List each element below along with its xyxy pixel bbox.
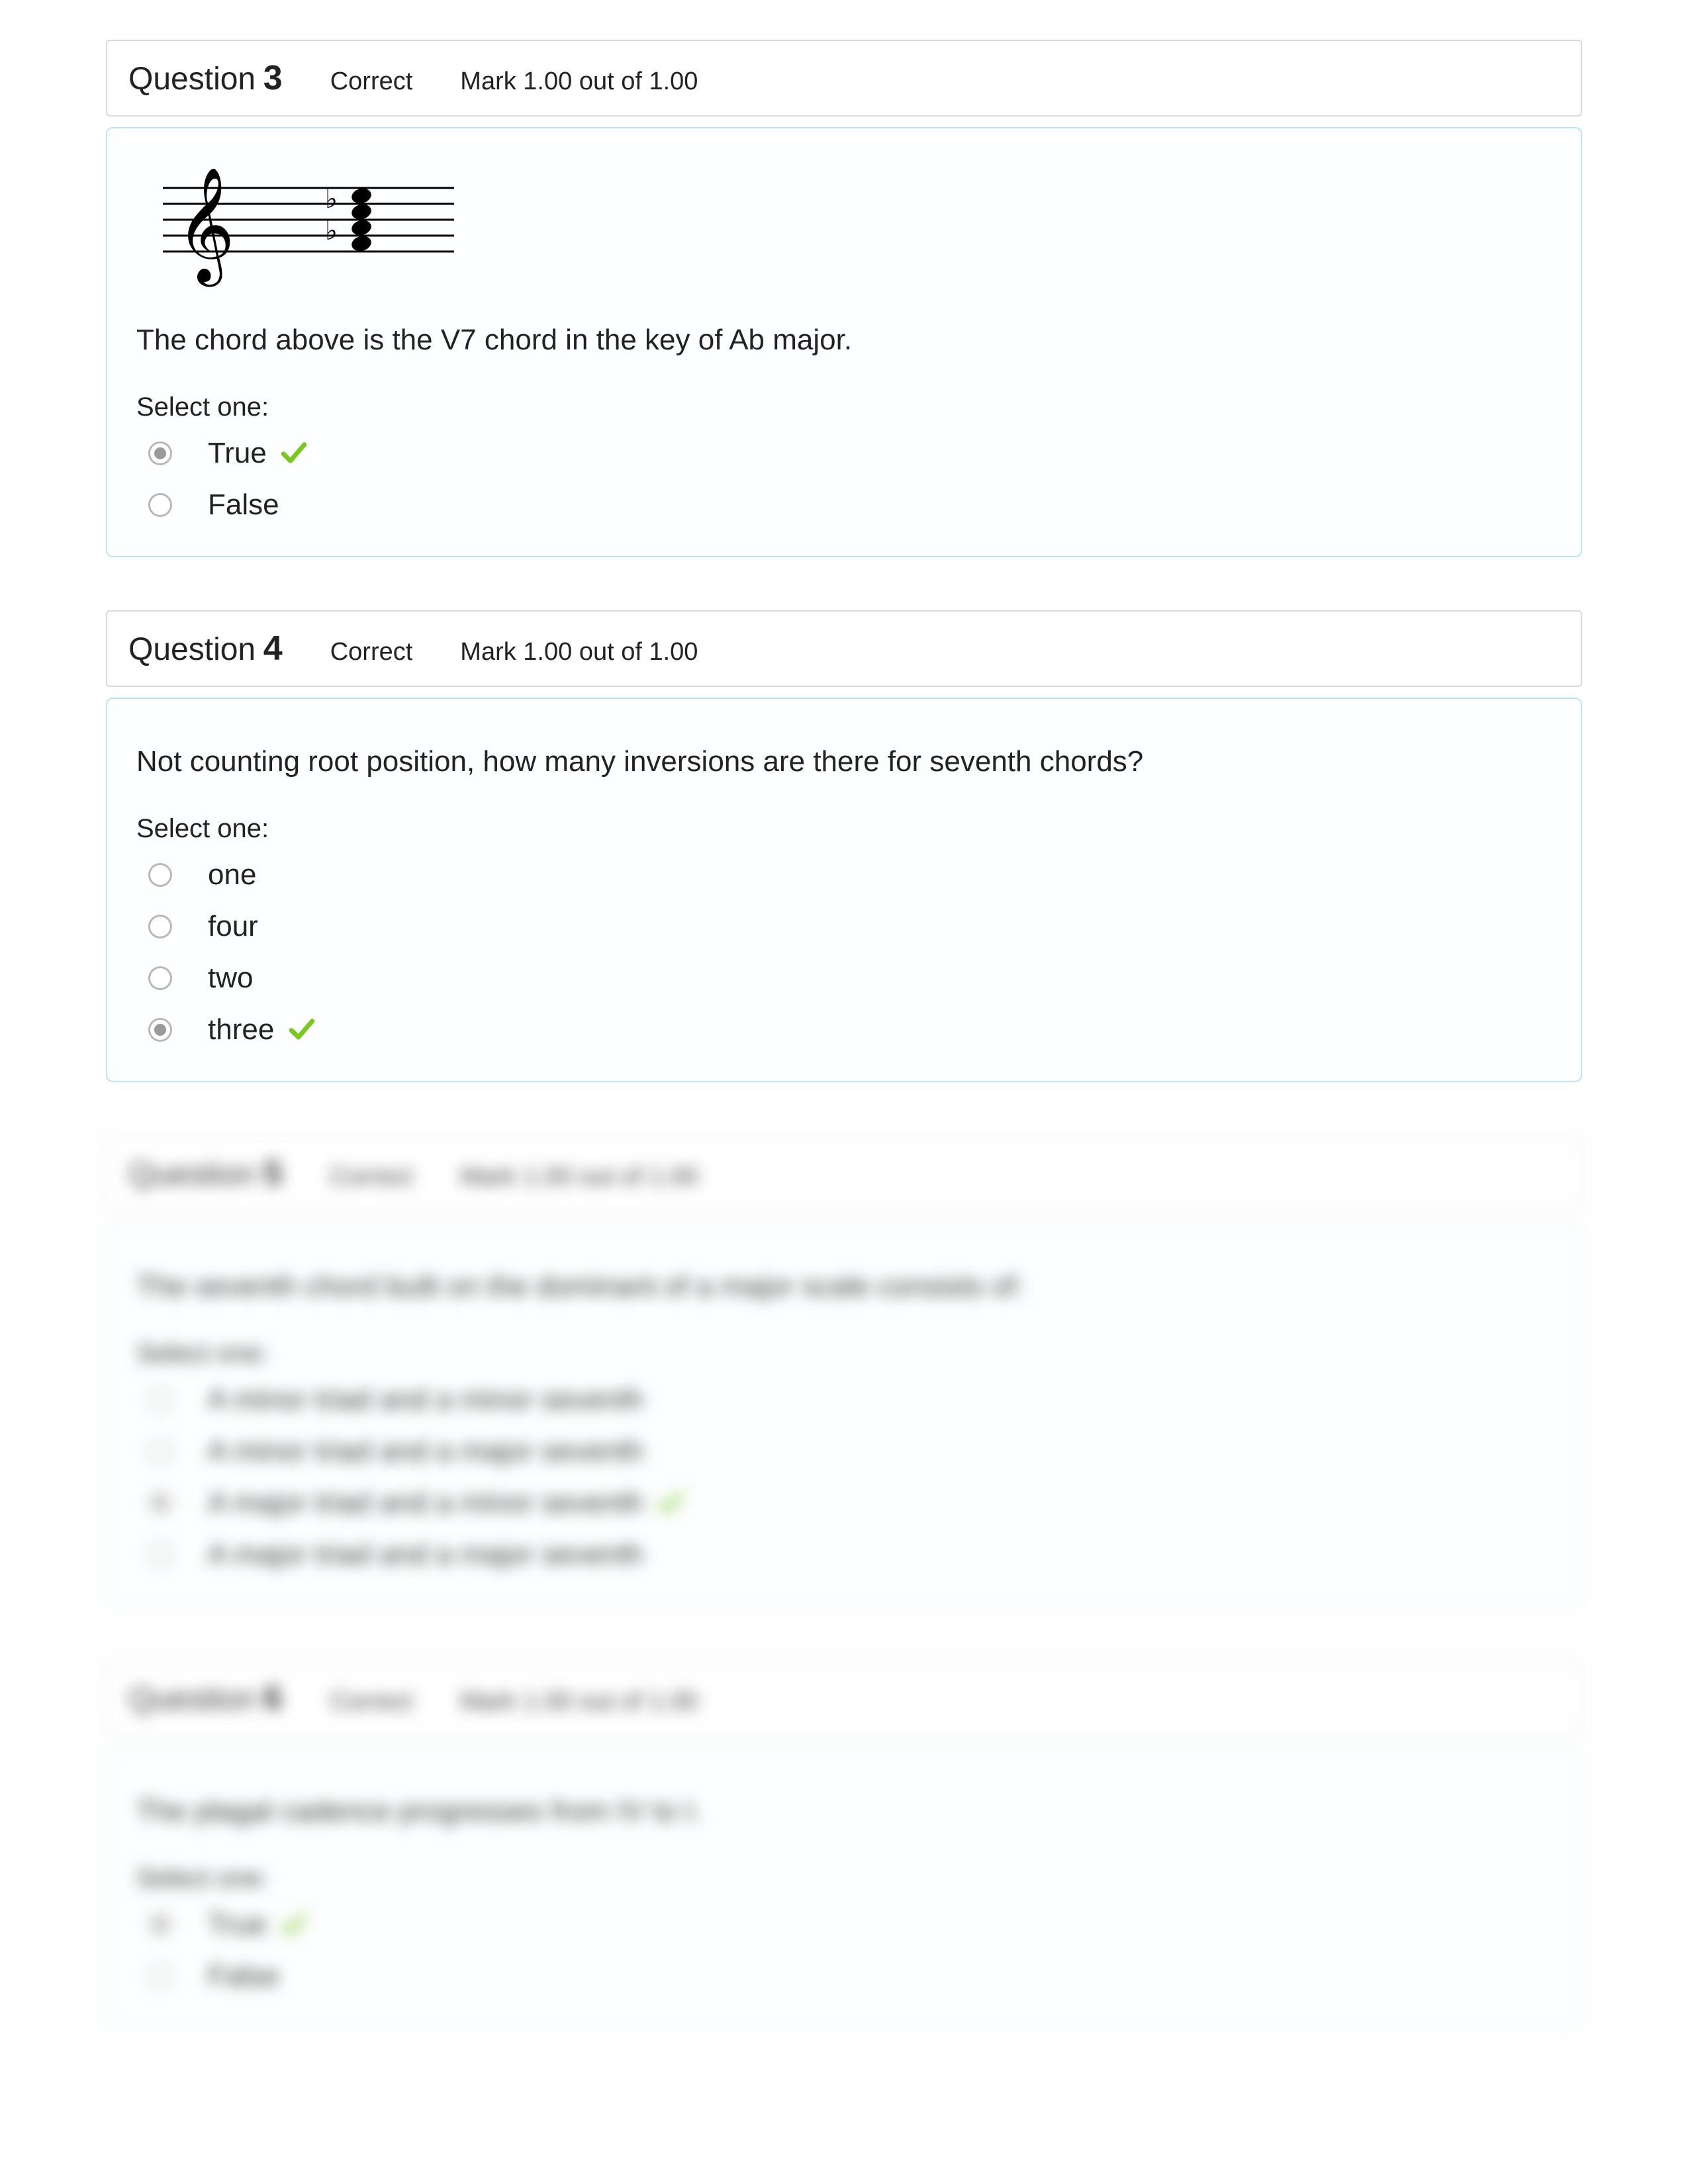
option-label: False <box>208 1960 279 1992</box>
question-prompt: The chord above is the V7 chord in the k… <box>136 324 1552 357</box>
select-one-label: Select one: <box>136 1339 1552 1369</box>
options-list: A minor triad and a minor seventh A minor… <box>136 1383 1552 1571</box>
option-label: A major triad and a minor seventh <box>208 1486 643 1519</box>
radio-button[interactable] <box>148 966 172 990</box>
option-row[interactable]: A major triad and a major seventh <box>148 1538 1552 1571</box>
option-label: A minor triad and a major seventh <box>208 1435 643 1467</box>
option-label: False <box>208 488 279 521</box>
question-block: Question 5 Correct Mark 1.00 out of 1.00 Th… <box>106 1135 1582 1607</box>
select-one-label: Select one: <box>136 814 1552 844</box>
question-mark: Mark 1.00 out of 1.00 <box>460 638 698 666</box>
correct-check-icon <box>288 1013 316 1045</box>
radio-button[interactable] <box>148 1964 172 1988</box>
option-row[interactable]: False <box>148 1960 1552 1993</box>
question-header: Question 6 Correct Mark 1.00 out of 1.00 <box>106 1660 1582 1737</box>
question-number: 3 <box>263 59 283 97</box>
option-row[interactable]: A major triad and a minor seventh <box>148 1486 1552 1520</box>
radio-button[interactable] <box>148 1491 172 1515</box>
question-body: Not counting root position, how many inv… <box>106 698 1582 1082</box>
option-row[interactable]: True <box>148 1908 1552 1941</box>
question-number: 4 <box>263 629 283 668</box>
select-one-label: Select one: <box>136 392 1552 422</box>
question-block: Question 3 Correct Mark 1.00 out of 1.00 𝄞 ♭… <box>106 40 1582 557</box>
option-row[interactable]: one <box>148 858 1552 891</box>
question-number: 6 <box>263 1679 283 1717</box>
option-row[interactable]: three <box>148 1013 1552 1046</box>
option-row[interactable]: four <box>148 910 1552 943</box>
question-body: 𝄞 ♭♭ The chord above is the V7 chord in th… <box>106 127 1582 557</box>
question-body: The plagal cadence progresses from IV to… <box>106 1747 1582 2028</box>
question-block: Question 4 Correct Mark 1.00 out of 1.00 No… <box>106 610 1582 1082</box>
radio-button[interactable] <box>148 1388 172 1412</box>
question-mark: Mark 1.00 out of 1.00 <box>460 1688 698 1716</box>
question-mark: Mark 1.00 out of 1.00 <box>460 68 698 96</box>
option-label: True <box>208 1908 267 1940</box>
question-label: Question <box>128 1682 256 1717</box>
option-row[interactable]: True <box>148 437 1552 470</box>
svg-text:♭: ♭ <box>325 184 338 214</box>
select-one-label: Select one: <box>136 1864 1552 1893</box>
option-label: two <box>208 962 253 994</box>
radio-button[interactable] <box>148 1913 172 1936</box>
question-header: Question 4 Correct Mark 1.00 out of 1.00 <box>106 610 1582 687</box>
option-label: A major triad and a major seventh <box>208 1538 643 1570</box>
question-status: Correct <box>330 68 413 96</box>
radio-button[interactable] <box>148 1439 172 1463</box>
question-body: The seventh chord built on the dominant … <box>106 1222 1582 1607</box>
radio-button[interactable] <box>148 441 172 465</box>
option-row[interactable]: False <box>148 488 1552 522</box>
radio-button[interactable] <box>148 1543 172 1567</box>
question-label: Question <box>128 1157 256 1192</box>
correct-check-icon <box>657 1486 684 1518</box>
options-list: True False <box>136 1908 1552 1993</box>
options-list: True False <box>136 437 1552 522</box>
music-notation: 𝄞 ♭♭ <box>136 155 1552 304</box>
radio-button[interactable] <box>148 863 172 887</box>
question-label: Question <box>128 62 256 97</box>
option-row[interactable]: A minor triad and a minor seventh <box>148 1383 1552 1416</box>
svg-text:𝄞: 𝄞 <box>176 169 235 287</box>
option-label: one <box>208 858 256 891</box>
option-row[interactable]: two <box>148 962 1552 995</box>
svg-text:♭: ♭ <box>325 216 338 246</box>
option-label: three <box>208 1013 274 1046</box>
radio-button[interactable] <box>148 1018 172 1042</box>
option-label: True <box>208 437 267 469</box>
question-number: 5 <box>263 1154 283 1193</box>
correct-check-icon <box>280 437 308 469</box>
question-prompt: The plagal cadence progresses from IV to… <box>136 1795 1552 1828</box>
correct-check-icon <box>280 1908 308 1940</box>
radio-button[interactable] <box>148 915 172 938</box>
question-header: Question 3 Correct Mark 1.00 out of 1.00 <box>106 40 1582 116</box>
radio-button[interactable] <box>148 493 172 517</box>
question-prompt: The seventh chord built on the dominant … <box>136 1270 1552 1303</box>
option-label: A minor triad and a minor seventh <box>208 1383 643 1416</box>
option-row[interactable]: A minor triad and a major seventh <box>148 1435 1552 1468</box>
question-prompt: Not counting root position, how many inv… <box>136 745 1552 778</box>
question-mark: Mark 1.00 out of 1.00 <box>460 1163 698 1191</box>
question-status: Correct <box>330 638 413 666</box>
question-status: Correct <box>330 1688 413 1716</box>
options-list: one four two three <box>136 858 1552 1046</box>
question-label: Question <box>128 632 256 667</box>
question-header: Question 5 Correct Mark 1.00 out of 1.00 <box>106 1135 1582 1212</box>
option-label: four <box>208 910 258 942</box>
question-status: Correct <box>330 1163 413 1191</box>
question-block: Question 6 Correct Mark 1.00 out of 1.00 Th… <box>106 1660 1582 2028</box>
